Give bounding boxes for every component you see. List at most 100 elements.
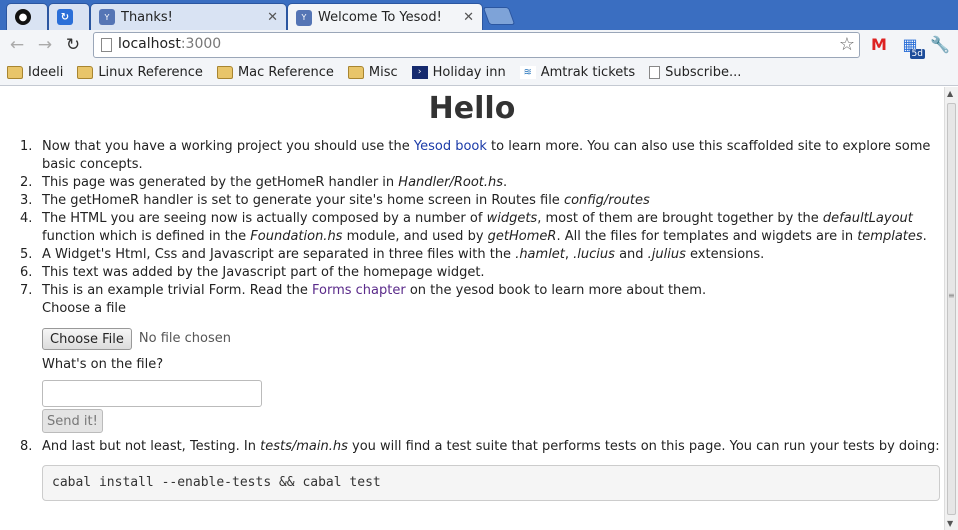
emphasis: Handler/Root.hs (398, 175, 504, 190)
grip-icon: ≡ (948, 291, 955, 300)
emphasis: .julius (647, 247, 686, 262)
list-item: A Widget's Html, Css and Javascript are … (20, 246, 940, 264)
bookmark-mac-reference[interactable]: Mac Reference (216, 65, 334, 80)
text: and (614, 247, 648, 262)
send-button[interactable]: Send it! (42, 409, 103, 433)
bookmark-holiday-inn[interactable]: › Holiday inn (411, 65, 506, 80)
emphasis: .lucius (573, 247, 615, 262)
yesod-icon: Y (99, 9, 115, 25)
text: module, and used by (342, 229, 488, 244)
vertical-scrollbar[interactable]: ▲ ≡ ▼ (944, 87, 958, 530)
text: , most of them are brought together by t… (537, 211, 823, 226)
tab-welcome-to-yesod[interactable]: Y Welcome To Yesod! ✕ (287, 3, 483, 31)
text: . (503, 175, 508, 190)
text: function which is defined in the (42, 229, 251, 244)
tab-title: Thanks! (121, 9, 173, 25)
upload-form: Choose a file Choose File No file chosen… (42, 300, 940, 433)
list-item: The HTML you are seeing now is actually … (20, 210, 940, 246)
page-heading: Hello (428, 91, 516, 126)
page-content: Hello Now that you have a working projec… (0, 87, 944, 530)
file-question-label: What's on the file? (42, 357, 164, 372)
scroll-down-arrow-icon[interactable]: ▼ (947, 519, 953, 528)
text: on the yesod book to learn more about th… (405, 283, 707, 298)
text: A Widget's Html, Css and Javascript are … (42, 247, 516, 262)
emphasis: tests/main.hs (260, 439, 348, 454)
gmail-icon[interactable]: M (868, 34, 890, 56)
scrollbar-thumb[interactable] (947, 103, 956, 515)
yesod-icon: Y (296, 9, 312, 26)
text: . All the files for templates and wigdet… (556, 229, 858, 244)
yesod-book-link[interactable]: Yesod book (414, 139, 487, 154)
emphasis: defaultLayout (822, 211, 913, 226)
file-description-input[interactable] (42, 380, 262, 407)
text: This is an example trivial Form. Read th… (42, 283, 312, 298)
tab-title: Welcome To Yesod! (318, 10, 442, 25)
list-item: The getHomeR handler is set to generate … (20, 192, 940, 210)
emphasis: getHomeR (487, 229, 557, 244)
file-input: Choose File No file chosen (42, 328, 940, 350)
code-block: cabal install --enable-tests && cabal te… (42, 465, 940, 501)
bookmark-label: Subscribe... (665, 65, 742, 80)
emphasis: .hamlet (515, 247, 565, 262)
folder-icon (77, 66, 94, 79)
url-port: :3000 (180, 36, 222, 52)
forms-chapter-link[interactable]: Forms chapter (312, 283, 406, 298)
bookmark-star-icon[interactable]: ☆ (839, 34, 855, 55)
bookmark-subscribe[interactable]: Subscribe... (649, 65, 741, 80)
folder-icon (7, 66, 23, 79)
calendar-app-icon: ↻ (57, 9, 73, 25)
bookmark-label: Amtrak tickets (540, 65, 636, 80)
text: The getHomeR handler is set to generate … (42, 193, 564, 208)
file-status: No file chosen (138, 331, 231, 346)
back-arrow-icon[interactable]: ← (6, 34, 28, 56)
list-item: This text was added by the Javascript pa… (20, 264, 485, 282)
calendar-extension-icon[interactable]: ▦ 5d (899, 34, 925, 59)
bookmark-amtrak-tickets[interactable]: ≋ Amtrak tickets (519, 65, 636, 80)
tab-thanks[interactable]: Y Thanks! ✕ (90, 3, 287, 30)
tab-calendar-app[interactable]: ↻ (48, 3, 90, 30)
document-icon (649, 66, 661, 79)
page-icon (101, 38, 112, 52)
tab-strip: ● ↻ Y Thanks! ✕ Y Welcome To Yesod! ✕ (0, 0, 958, 31)
text: . (922, 229, 927, 244)
bookmark-label: Holiday inn (432, 65, 506, 80)
text: The HTML you are seeing now is actually … (42, 211, 487, 226)
new-tab-button[interactable] (482, 7, 516, 25)
text: This page was generated by the getHomeR … (42, 175, 399, 190)
emphasis: config/routes (563, 193, 650, 208)
address-bar[interactable]: localhost:3000 ☆ (93, 32, 860, 58)
close-icon[interactable]: ✕ (267, 10, 278, 25)
bookmark-label: Mac Reference (237, 65, 334, 80)
list-item: Now that you have a working project you … (20, 138, 940, 174)
forward-arrow-icon[interactable]: → (34, 34, 56, 56)
bookmarks-bar: Ideeli Linux Reference Mac Reference Mis… (0, 60, 958, 86)
choose-file-button[interactable]: Choose File (42, 328, 132, 350)
text: Now that you have a working project you … (42, 139, 414, 154)
url-host: localhost (118, 36, 181, 52)
bookmark-linux-reference[interactable]: Linux Reference (77, 65, 203, 80)
calendar-badge: 5d (909, 49, 925, 59)
emphasis: templates (857, 229, 923, 244)
bookmark-misc[interactable]: Misc (347, 65, 398, 80)
toolbar: ← → ↻ localhost:3000 ☆ M ▦ 5d 🔧 (0, 30, 958, 60)
scroll-up-arrow-icon[interactable]: ▲ (947, 89, 953, 98)
amtrak-icon: ≋ (519, 66, 536, 79)
url-text: localhost:3000 (118, 36, 221, 52)
github-icon: ● (15, 9, 31, 25)
reload-icon[interactable]: ↻ (62, 34, 84, 56)
holiday-inn-icon: › (411, 66, 428, 79)
bookmark-ideeli[interactable]: Ideeli (7, 65, 63, 80)
text: And last but not least, Testing. In (42, 439, 261, 454)
wrench-icon[interactable]: 🔧 (929, 34, 951, 56)
folder-icon (347, 66, 364, 79)
list-item: This page was generated by the getHomeR … (20, 174, 940, 192)
bookmark-label: Linux Reference (98, 65, 203, 80)
emphasis: Foundation.hs (250, 229, 343, 244)
close-icon[interactable]: ✕ (463, 10, 474, 25)
text: , (564, 247, 574, 262)
tab-github[interactable]: ● (6, 3, 48, 30)
emphasis: widgets (486, 211, 538, 226)
bookmark-label: Ideeli (28, 65, 64, 80)
list-item: This is an example trivial Form. Read th… (20, 282, 940, 433)
instructions-list: Now that you have a working project you … (20, 138, 940, 501)
